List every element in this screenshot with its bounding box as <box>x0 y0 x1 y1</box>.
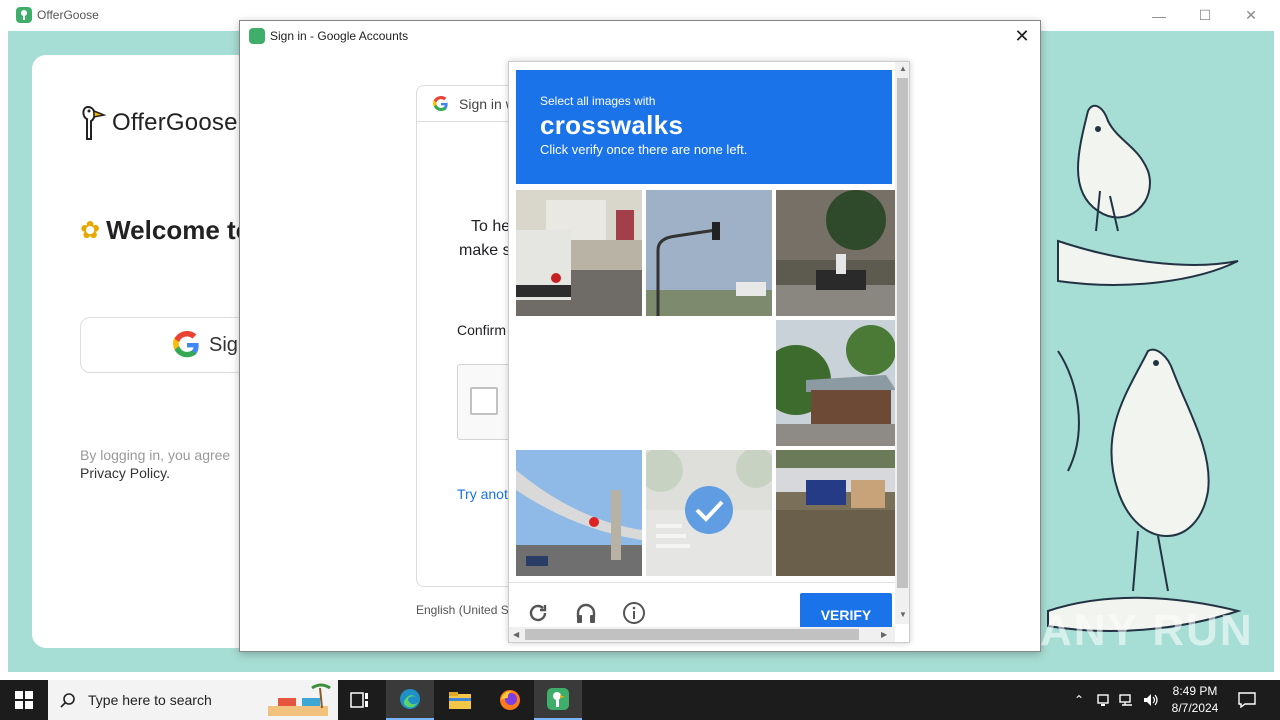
captcha-tile[interactable] <box>776 320 902 446</box>
window-bottom-border <box>0 672 1280 680</box>
info-icon[interactable] <box>621 600 647 626</box>
beach-search-highlight-icon <box>268 683 331 716</box>
start-button[interactable] <box>0 680 48 720</box>
brand: OfferGoose <box>80 103 238 143</box>
welcome-heading: ✿ Welcome to <box>80 215 252 246</box>
horizontal-scrollbar[interactable]: ◀ ▶ <box>509 627 895 642</box>
vertical-scroll-thumb[interactable] <box>897 78 908 588</box>
task-view-icon[interactable] <box>336 680 384 720</box>
captcha-tile-selected[interactable] <box>646 450 772 576</box>
close-button[interactable]: ✕ <box>1228 0 1274 31</box>
captcha-image-grid <box>516 190 902 576</box>
dialog-title: Sign in - Google Accounts <box>270 29 409 43</box>
captcha-instruction: Click verify once there are none left. <box>540 142 748 157</box>
google-g-icon <box>173 331 199 358</box>
captcha-tile[interactable] <box>516 450 642 576</box>
welcome-text: Welcome to <box>106 215 252 245</box>
signin-message-line1: To he <box>471 218 511 235</box>
headphones-icon[interactable] <box>573 600 599 626</box>
taskbar: Type here to search ⌃ 8:49 PM 8/7/2024 <box>0 680 1280 720</box>
offergoose-taskbar-icon[interactable] <box>534 680 582 720</box>
firefox-icon[interactable] <box>486 680 534 720</box>
captcha-tile[interactable] <box>776 450 902 576</box>
captcha-tile-loading[interactable] <box>516 320 642 446</box>
windows-logo-icon <box>15 691 33 709</box>
clock-time: 8:49 PM <box>1172 684 1218 698</box>
horizontal-scroll-thumb[interactable] <box>525 629 859 640</box>
file-explorer-icon[interactable] <box>436 680 484 720</box>
dialog-close-button[interactable]: ✕ <box>1010 24 1034 48</box>
search-icon <box>60 693 75 708</box>
captcha-header: Select all images with crosswalks Click … <box>516 70 892 184</box>
app-title: OfferGoose <box>37 8 99 22</box>
volume-icon[interactable] <box>1140 680 1162 720</box>
taskbar-search-box[interactable]: Type here to search <box>48 680 338 720</box>
brand-name: OfferGoose <box>112 109 238 136</box>
maximize-button[interactable]: ☐ <box>1182 0 1228 31</box>
scroll-right-arrow-icon[interactable]: ▶ <box>881 630 887 639</box>
search-placeholder: Type here to search <box>88 692 212 708</box>
scroll-left-arrow-icon[interactable]: ◀ <box>513 630 519 639</box>
show-hidden-icons-chevron-icon[interactable]: ⌃ <box>1068 680 1090 720</box>
captcha-intro: Select all images with <box>540 94 656 108</box>
clock-date: 8/7/2024 <box>1171 701 1219 715</box>
captcha-footer-divider <box>509 582 895 583</box>
scroll-down-arrow-icon[interactable]: ▼ <box>899 610 907 619</box>
clap-emoji-icon: ✿ <box>80 217 101 244</box>
dialog-titlebar: Sign in - Google Accounts ✕ <box>240 21 1040 51</box>
offergoose-app-icon <box>16 7 32 23</box>
captcha-target: crosswalks <box>540 110 684 140</box>
captcha-tile[interactable] <box>646 190 772 316</box>
captcha-tile[interactable] <box>516 190 642 316</box>
goose-logo-icon <box>82 105 106 140</box>
confirm-label: Confirm <box>457 322 507 338</box>
privacy-policy-link[interactable]: Privacy Policy. <box>80 465 170 481</box>
network-icon[interactable] <box>1116 680 1138 720</box>
signin-message-line2: make s <box>459 242 511 259</box>
legal-text: By logging in, you agree <box>80 447 231 463</box>
anyrun-watermark: ANY RUN <box>1040 606 1254 655</box>
network-device-icon[interactable] <box>1092 680 1114 720</box>
try-another-way-link[interactable]: Try anot <box>457 486 508 502</box>
scroll-up-arrow-icon[interactable]: ▲ <box>899 64 907 73</box>
minimize-button[interactable]: — <box>1136 0 1182 31</box>
captcha-tile-loading[interactable] <box>646 320 772 446</box>
captcha-challenge: Select all images with crosswalks Click … <box>508 61 910 643</box>
notifications-icon[interactable] <box>1234 680 1260 720</box>
edge-browser-icon[interactable] <box>386 680 434 720</box>
goose-illustration <box>1047 104 1242 632</box>
system-clock[interactable]: 8:49 PM 8/7/2024 <box>1160 683 1230 717</box>
google-g-small-icon <box>433 96 448 111</box>
recaptcha-checkbox[interactable] <box>470 387 498 415</box>
dialog-app-icon <box>249 28 265 44</box>
vertical-scrollbar[interactable]: ▲ ▼ <box>895 62 909 624</box>
captcha-tile[interactable] <box>776 190 902 316</box>
reload-icon[interactable] <box>525 600 551 626</box>
language-selector[interactable]: English (United S <box>416 603 509 617</box>
